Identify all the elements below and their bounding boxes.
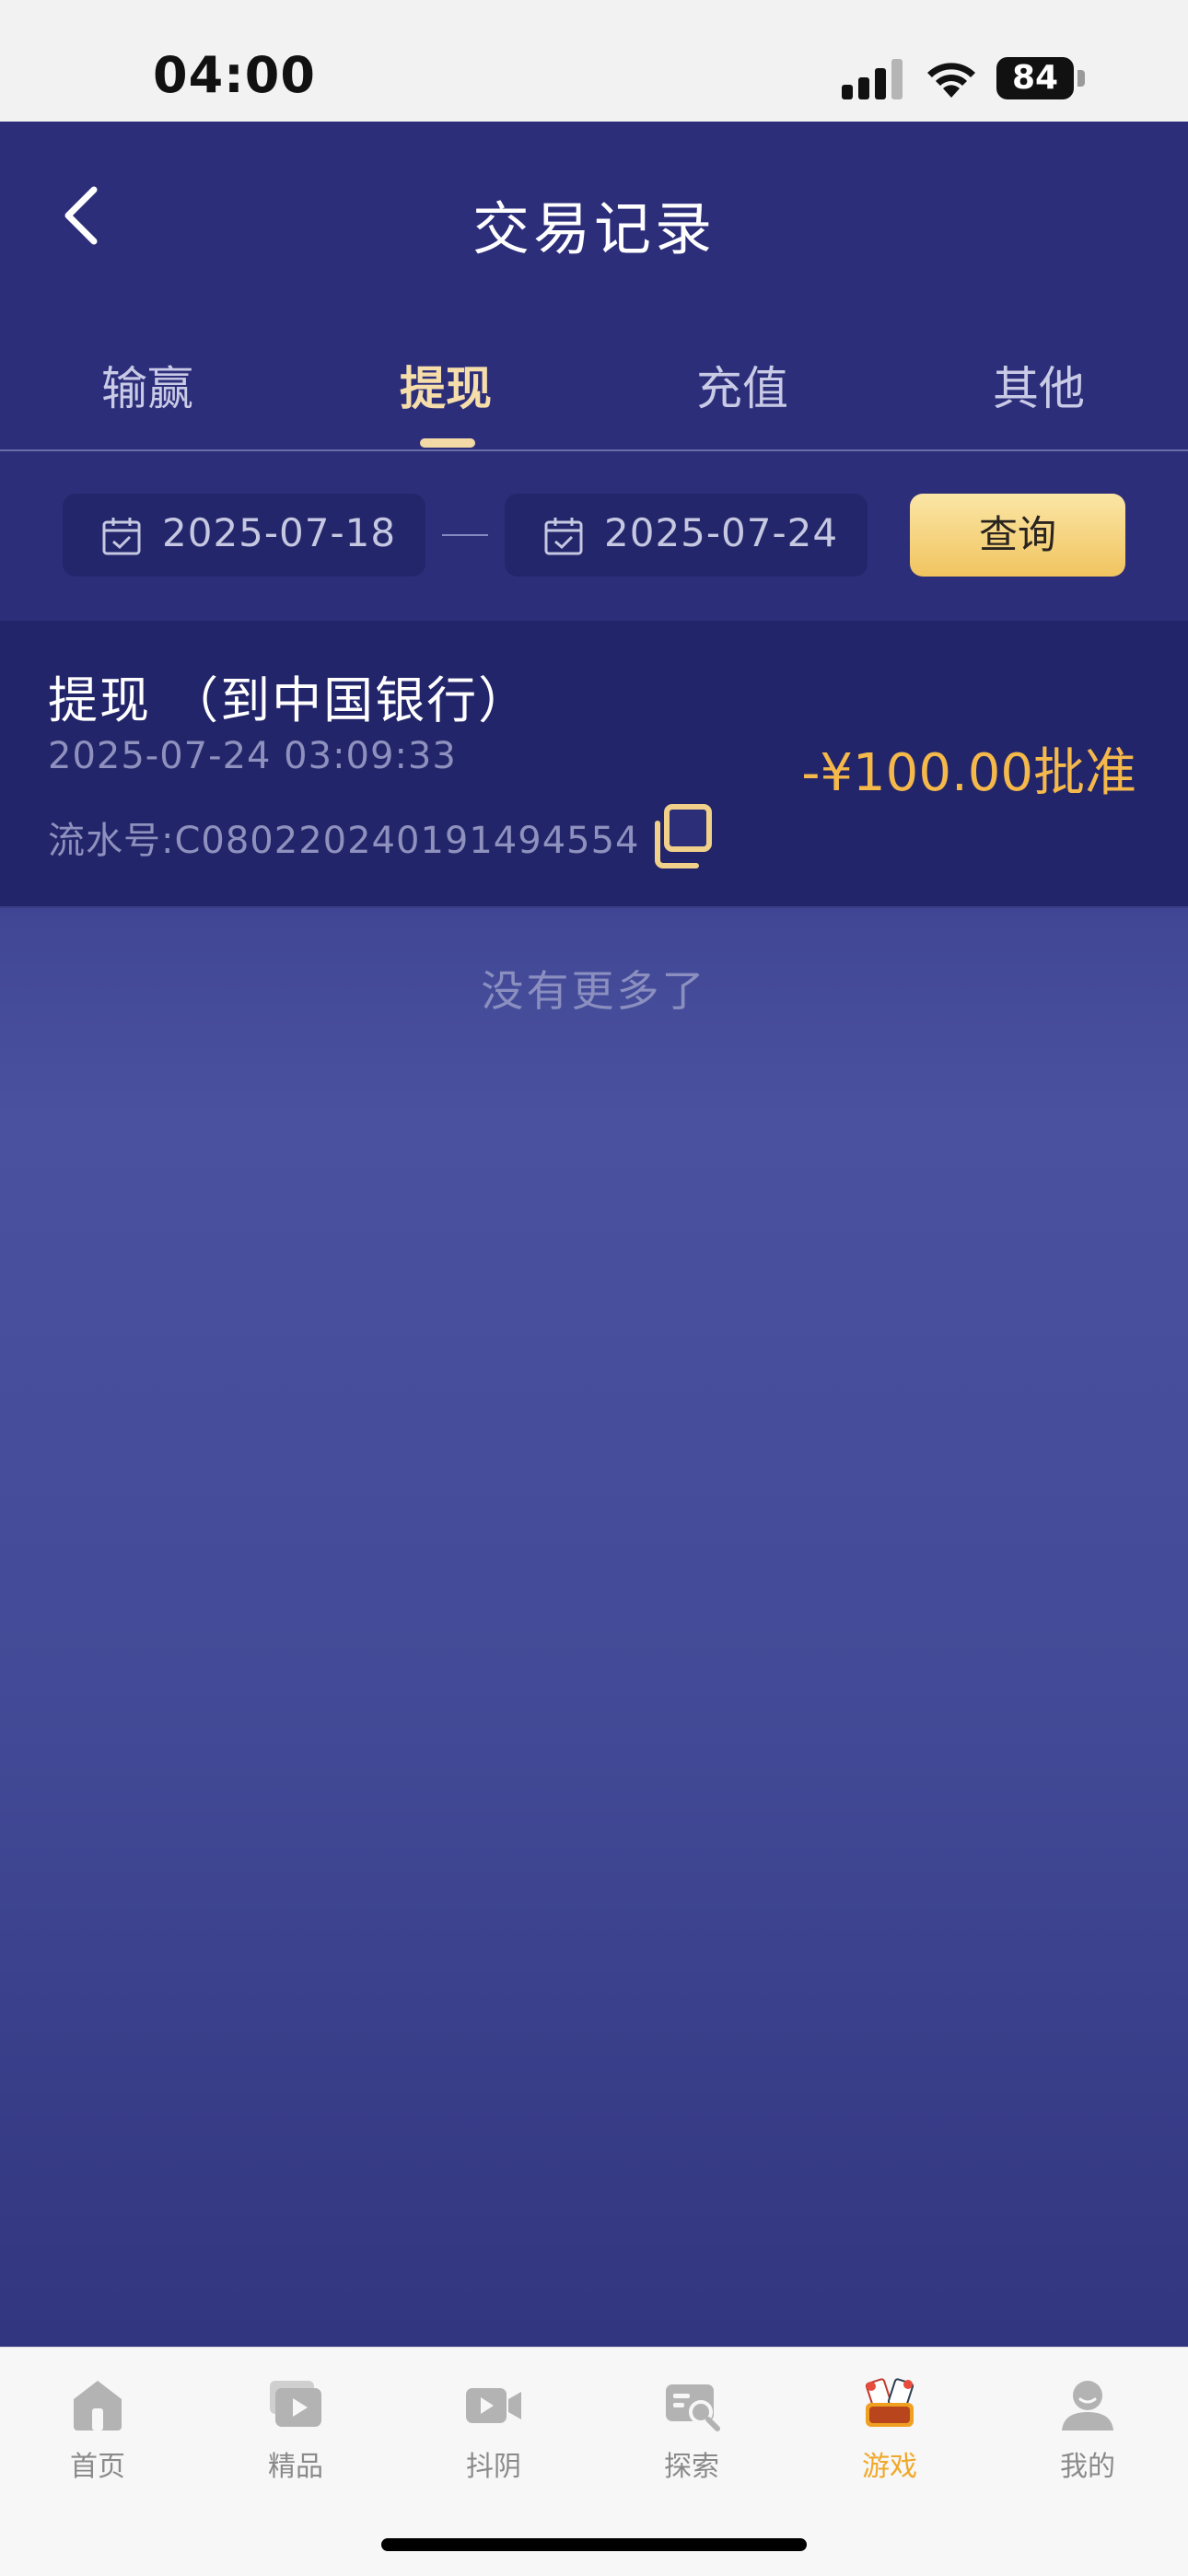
end-date-value: 2025-07-24 (604, 510, 839, 555)
home-indicator (381, 2538, 807, 2551)
battery-cap (1077, 70, 1085, 87)
video-camera-icon (466, 2388, 521, 2423)
nav-games-label: 游戏 (862, 2451, 917, 2483)
start-date-picker[interactable]: 2025-07-18 (63, 494, 425, 577)
calendar-icon (544, 518, 583, 555)
calendar-icon (102, 518, 141, 555)
end-date-picker[interactable]: 2025-07-24 (505, 494, 868, 577)
date-filter-bar: 2025-07-18 2025-07-24 查询 (0, 451, 1188, 621)
query-button[interactable]: 查询 (910, 494, 1125, 577)
wifi-icon (927, 63, 975, 98)
nav-explore-label: 探索 (664, 2451, 719, 2483)
app-screen: 交易记录 输赢 提现 充值 其他 2025-07-18 2025-07-24 查… (0, 122, 1188, 2347)
tab-withdraw[interactable]: 提现 (354, 352, 538, 418)
date-range-separator (442, 534, 488, 536)
copy-icon[interactable] (645, 801, 716, 873)
nav-header: 交易记录 (0, 122, 1188, 306)
transaction-record[interactable]: 提现 （到中国银行） 2025-07-24 03:09:33 流水号:C0802… (0, 621, 1188, 908)
nav-mine-label: 我的 (1060, 2451, 1115, 2483)
no-more-text: 没有更多了 (481, 966, 707, 1016)
search-browse-icon (666, 2384, 720, 2431)
nav-home-label: 首页 (70, 2451, 125, 2483)
page-title: 交易记录 (472, 195, 716, 262)
record-serial-number: 流水号:C080220240191494554 (48, 820, 640, 862)
tab-bar: 输赢 提现 充值 其他 (0, 306, 1188, 451)
home-icon (74, 2381, 122, 2430)
status-time: 04:00 (153, 46, 316, 104)
record-time: 2025-07-24 03:09:33 (48, 735, 457, 777)
battery-level: 84 (996, 57, 1074, 99)
battery-indicator: 84 (996, 57, 1085, 99)
status-bar: 04:00 84 (0, 0, 1188, 122)
user-icon (1062, 2381, 1113, 2430)
nav-short-video-label: 抖阴 (466, 2451, 521, 2483)
nav-home[interactable]: 首页 (24, 2375, 171, 2484)
tab-win-loss[interactable]: 输赢 (55, 352, 239, 418)
record-title: 提现 （到中国银行） (48, 671, 530, 729)
tab-recharge[interactable]: 充值 (650, 352, 834, 418)
nav-featured-label: 精品 (268, 2451, 323, 2483)
nav-short-video[interactable]: 抖阴 (420, 2375, 567, 2484)
nav-games[interactable]: 游戏 (816, 2375, 963, 2484)
game-cards-icon (865, 2378, 914, 2427)
nav-mine[interactable]: 我的 (1014, 2375, 1161, 2484)
video-library-icon (270, 2381, 321, 2427)
start-date-value: 2025-07-18 (162, 510, 397, 555)
cellular-signal-icon (842, 59, 903, 99)
tab-other[interactable]: 其他 (947, 352, 1131, 418)
nav-featured[interactable]: 精品 (222, 2375, 369, 2484)
active-tab-indicator (420, 438, 475, 448)
record-amount-status: -¥100.00批准 (801, 743, 1136, 803)
nav-explore[interactable]: 探索 (618, 2375, 765, 2484)
